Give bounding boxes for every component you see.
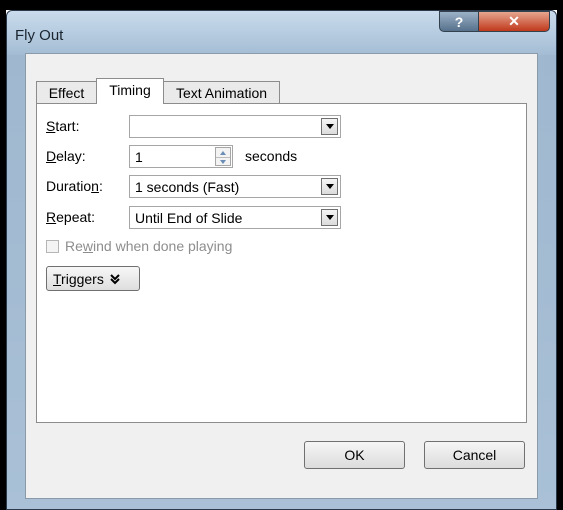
- arrow-down-icon: [220, 159, 226, 164]
- help-button[interactable]: ?: [439, 11, 479, 32]
- dialog-client-area: Effect Timing Text Animation Start: Dela…: [25, 53, 538, 499]
- spin-buttons: [215, 147, 231, 166]
- arrow-up-icon: [220, 150, 226, 155]
- dialog-window: Fly Out ? ✕ Effect Timing Text Animation…: [6, 10, 557, 510]
- timing-panel: Start: Delay: 1 seconds Duration: 1 seco…: [36, 103, 527, 423]
- triggers-button[interactable]: Triggers: [46, 266, 140, 291]
- tab-timing[interactable]: Timing: [96, 78, 164, 104]
- repeat-value: Until End of Slide: [135, 209, 243, 226]
- chevron-down-icon: [325, 124, 334, 129]
- window-title: Fly Out: [15, 27, 64, 44]
- rewind-checkbox[interactable]: [46, 240, 59, 253]
- help-icon: ?: [454, 13, 464, 30]
- tab-label: Effect: [48, 84, 85, 101]
- dropdown-button[interactable]: [321, 178, 338, 195]
- chevron-down-icon: [325, 184, 334, 189]
- tab-label: Timing: [109, 82, 151, 98]
- spin-down-button[interactable]: [216, 157, 230, 166]
- close-button[interactable]: ✕: [478, 11, 550, 32]
- repeat-label: Repeat:: [46, 209, 96, 225]
- start-combobox[interactable]: [129, 115, 341, 138]
- cancel-button[interactable]: Cancel: [424, 441, 525, 469]
- delay-unit: seconds: [245, 148, 298, 164]
- ok-label: OK: [344, 447, 365, 463]
- cancel-label: Cancel: [452, 447, 497, 463]
- duration-combobox[interactable]: 1 seconds (Fast): [129, 175, 341, 198]
- chevron-down-icon: [325, 215, 334, 220]
- delay-label: Delay:: [46, 148, 86, 164]
- ok-button[interactable]: OK: [304, 441, 405, 469]
- delay-value: 1: [135, 148, 143, 165]
- delay-spinner[interactable]: 1: [129, 145, 233, 168]
- tab-effect[interactable]: Effect: [36, 81, 97, 103]
- dropdown-button[interactable]: [321, 209, 338, 226]
- start-label: Start:: [46, 118, 80, 134]
- double-chevron-down-icon: [110, 273, 120, 284]
- title-bar[interactable]: Fly Out ? ✕: [7, 11, 556, 55]
- triggers-label: Triggers: [53, 270, 104, 287]
- repeat-combobox[interactable]: Until End of Slide: [129, 206, 341, 229]
- duration-label: Duration:: [46, 178, 103, 194]
- dropdown-button[interactable]: [321, 118, 338, 135]
- top-edge: [0, 0, 563, 10]
- tab-text-animation[interactable]: Text Animation: [163, 81, 280, 103]
- right-edge: [557, 0, 563, 510]
- tab-label: Text Animation: [175, 84, 268, 101]
- duration-value: 1 seconds (Fast): [135, 178, 240, 195]
- rewind-label: Rewind when done playing: [65, 238, 233, 254]
- close-icon: ✕: [508, 13, 520, 29]
